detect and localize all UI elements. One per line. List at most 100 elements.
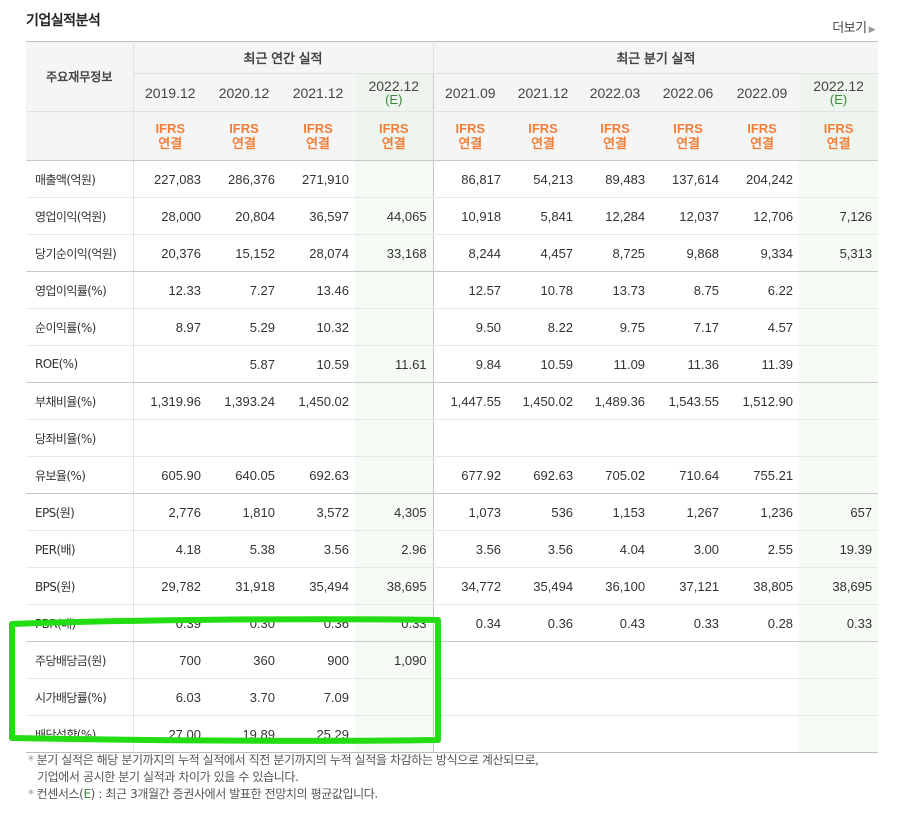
table-cell: 0.30 [207,604,281,642]
table-cell [433,678,508,716]
table-cell [281,419,355,457]
table-cell: 5.87 [207,345,281,383]
table-cell: 5.29 [207,308,281,346]
row-label: 시가배당률(%) [26,678,134,716]
table-cell [799,382,879,420]
table-cell: 4.57 [725,308,800,346]
row-label: PER(배) [26,530,134,568]
financial-table: 주요재무정보 최근 연간 실적 최근 분기 실적 2019.12 2020.12 2… [26,41,879,753]
period-header: 2022.12 (E) [355,73,434,112]
table-cell: 1,447.55 [433,382,508,420]
table-cell: 3,572 [281,493,355,531]
table-cell: 1,090 [355,641,434,679]
table-cell: 38,695 [355,567,434,605]
footnote-2-prefix: 컨센서스( [36,787,84,801]
table-row: 매출액(억원) 227,083 286,376 271,910 86,817 54,213… [26,160,879,198]
table-cell: 9.84 [433,345,508,383]
table-cell: 0.39 [133,604,207,642]
table-cell: 7.17 [651,308,726,346]
table-cell: 29,782 [133,567,207,605]
table-cell: 3.56 [281,530,355,568]
table-cell: 8,725 [579,234,652,272]
table-cell [579,678,652,716]
table-cell: 286,376 [207,160,281,198]
consolidated-label: 연결 [531,136,555,151]
table-cell: 0.33 [651,604,726,642]
group-quarter-label: 최근 분기 실적 [433,41,879,74]
table-cell: 7.27 [207,271,281,309]
consolidated-label: 연결 [306,136,330,151]
table-cell: 1,073 [433,493,508,531]
table-cell: 28,000 [133,197,207,235]
table-cell: 20,804 [207,197,281,235]
table-cell [133,345,207,383]
consolidated-label: 연결 [158,136,183,151]
table-cell: 0.34 [433,604,508,642]
ifrs-badge: IFRS 연결 [651,111,726,161]
ifrs-badge: IFRS 연결 [799,111,879,161]
table-cell: 44,065 [355,197,434,235]
table-cell: 657 [799,493,879,531]
table-cell: 27.00 [133,715,207,753]
table-cell [799,419,879,457]
table-row: 순이익률(%) 8.97 5.29 10.32 9.50 8.22 9.75 7.17 4.57 [26,308,879,346]
table-cell [799,641,879,679]
table-cell [799,678,879,716]
period-header: 2022.06 [651,73,726,112]
period-label: 2022.03 [589,84,641,101]
table-cell: 0.28 [725,604,800,642]
table-cell [355,456,434,494]
period-header: 2022.09 [725,73,800,112]
ifrs-label: IFRS [155,121,186,136]
consolidated-label: 연결 [458,136,483,151]
table-cell: 36,597 [281,197,355,235]
table-cell: 11.61 [355,345,434,383]
row-label: BPS(원) [26,567,134,605]
ifrs-badge: IFRS 연결 [133,111,207,161]
table-cell: 3.70 [207,678,281,716]
row-label: 당좌비율(%) [26,419,134,457]
table-cell: 677.92 [433,456,508,494]
table-cell: 1,543.55 [651,382,726,420]
table-cell: 640.05 [207,456,281,494]
table-cell: 4,457 [507,234,580,272]
table-cell: 0.33 [799,604,879,642]
table-cell [507,678,580,716]
table-cell: 755.21 [725,456,800,494]
consolidated-label: 연결 [826,136,851,151]
chevron-right-icon: ▶ [868,25,876,35]
table-cell [207,419,281,457]
table-cell [433,419,508,457]
table-cell [433,641,508,679]
table-cell: 9,334 [725,234,800,272]
more-link[interactable]: 더보기 ▶ [832,17,875,36]
period-header: 2021.09 [433,73,508,112]
table-cell: 35,494 [507,567,580,605]
table-cell: 8.75 [651,271,726,309]
table-cell: 15,152 [207,234,281,272]
row-label: 영업이익(억원) [26,197,134,235]
table-cell: 19.89 [207,715,281,753]
table-cell: 25.29 [281,715,355,753]
table-row: 유보율(%) 605.90 640.05 692.63 677.92 692.63 705.… [26,456,879,494]
ifrs-label: IFRS [455,121,486,136]
table-cell: 38,805 [725,567,800,605]
consolidated-label: 연결 [750,136,774,151]
table-cell: 1,512.90 [725,382,800,420]
ifrs-label: IFRS [747,121,777,136]
table-cell: 605.90 [133,456,207,494]
estimate-mark: (E) [385,91,403,107]
table-row: 당기순이익(억원) 20,376 15,152 28,074 33,168 8,244 4,… [26,234,879,272]
period-label: 2021.09 [444,84,496,101]
table-cell: 19.39 [799,530,879,568]
table-cell: 10.59 [507,345,580,383]
table-cell: 31,918 [207,567,281,605]
table-cell: 2.96 [355,530,434,568]
table-cell: 5,841 [507,197,580,235]
more-label: 더보기 [832,21,867,36]
table-cell: 7.09 [281,678,355,716]
table-cell: 36,100 [579,567,652,605]
row-label: 매출액(억원) [26,160,134,198]
table-cell: 12.57 [433,271,508,309]
footnote-1: * 분기 실적은 해당 분기까지의 누적 실적에서 직전 분기까지의 누적 실적을… [28,752,539,769]
